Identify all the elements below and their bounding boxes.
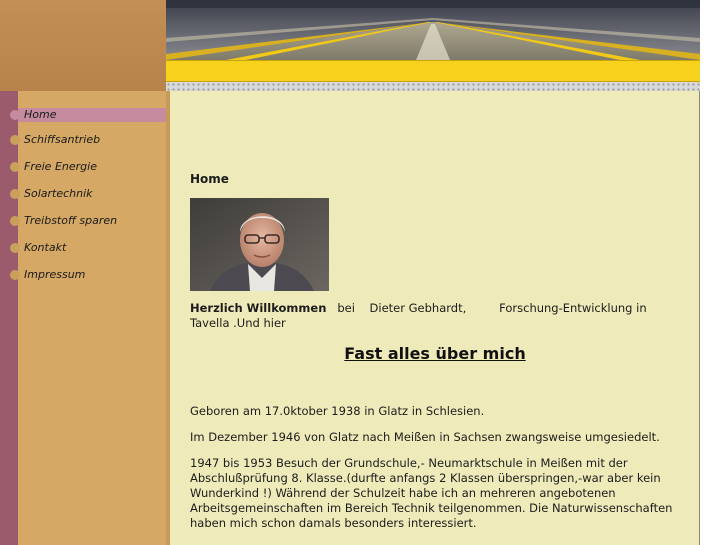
nav-bullet-icon — [10, 162, 20, 172]
nav-bullet-icon — [10, 110, 20, 120]
main-content: Home Herzlich Willkommen bei Dieter Gebh… — [170, 91, 700, 545]
header-dotted-strip — [166, 82, 700, 91]
nav-item-label: Treibstoff sparen — [24, 214, 118, 227]
header-yellow-band — [166, 60, 700, 82]
welcome-bold-text: Herzlich Willkommen — [190, 301, 327, 315]
nav-item-schiffsantrieb[interactable]: Schiffsantrieb — [10, 133, 180, 147]
nav-item-label: Freie Energie — [24, 160, 97, 173]
portrait-photo-image — [190, 198, 329, 291]
nav-bullet-icon — [10, 270, 20, 280]
nav-item-freie-energie[interactable]: Freie Energie — [10, 160, 180, 174]
header-left-block — [0, 0, 166, 91]
sidebar-nav: Home Schiffsantrieb Freie Energie Solart… — [10, 91, 180, 545]
runway-perspective-image — [166, 0, 700, 60]
nav-item-label: Schiffsantrieb — [24, 133, 101, 146]
nav-item-treibstoff-sparen[interactable]: Treibstoff sparen — [10, 214, 180, 228]
nav-item-label: Kontakt — [24, 241, 67, 254]
nav-item-label: Solartechnik — [24, 187, 93, 200]
nav-item-label: Home — [24, 108, 57, 121]
nav-bullet-icon — [10, 243, 20, 253]
paragraph: 1947 bis 1953 Besuch der Grundschule,- N… — [190, 456, 673, 530]
nav-item-impressum[interactable]: Impressum — [10, 268, 180, 282]
welcome-text: Herzlich Willkommen bei Dieter Gebhardt,… — [190, 301, 680, 331]
left-accent-stripe — [0, 91, 18, 545]
header-banner-image — [166, 0, 700, 60]
section-title: Fast alles über mich — [344, 344, 526, 363]
header-right-margin — [700, 0, 727, 91]
nav-item-home[interactable]: Home — [10, 108, 180, 122]
page-title: Home — [190, 172, 229, 186]
right-margin — [701, 91, 727, 545]
nav-item-solartechnik[interactable]: Solartechnik — [10, 187, 180, 201]
nav-bullet-icon — [10, 189, 20, 199]
paragraph: Geboren am 17.0ktober 1938 in Glatz in S… — [190, 404, 485, 418]
portrait-photo — [190, 198, 329, 291]
nav-bullet-icon — [10, 216, 20, 226]
nav-item-label: Impressum — [24, 268, 86, 281]
nav-bullet-icon — [10, 135, 20, 145]
nav-item-kontakt[interactable]: Kontakt — [10, 241, 180, 255]
paragraph: Im Dezember 1946 von Glatz nach Meißen i… — [190, 430, 660, 444]
